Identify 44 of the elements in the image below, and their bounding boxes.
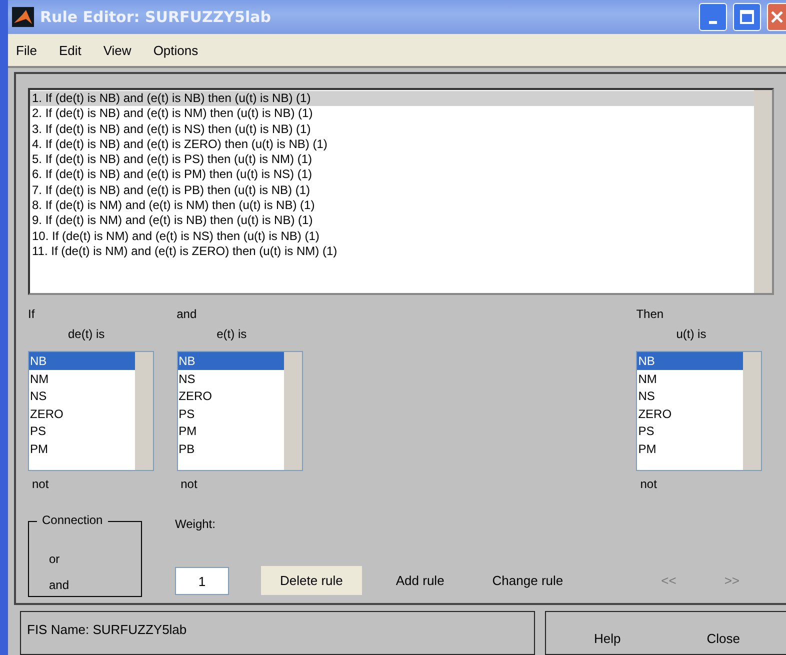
term-item[interactable]: NB (29, 352, 135, 370)
scrollbar[interactable] (754, 90, 772, 293)
action-button[interactable]: Change rule (478, 566, 578, 595)
weight-label: Weight: (175, 517, 216, 531)
term-item[interactable]: NB (637, 352, 744, 370)
close-dialog-button[interactable]: Close (668, 624, 778, 652)
status-bar: FIS Name: SURFUZZY5lab (20, 611, 535, 655)
not-option[interactable]: not (180, 477, 636, 491)
maximize-button[interactable] (733, 3, 761, 31)
term-list[interactable]: NB NM NS ZERO PS PM (636, 351, 762, 471)
scrollbar[interactable] (284, 352, 302, 470)
variable-label: u(t) is (676, 327, 708, 341)
not-option[interactable]: not (640, 477, 774, 491)
action-button[interactable]: Add rule (382, 566, 458, 595)
term-list[interactable]: NB NS ZERO PS PM PB (176, 351, 303, 471)
variable-label: de(t) is (68, 327, 106, 341)
menu-item[interactable]: File (16, 42, 37, 58)
app-logo-icon (12, 7, 34, 27)
close-button[interactable] (767, 3, 786, 31)
menu-item[interactable]: Edit (58, 42, 82, 58)
variable-label: e(t) is (216, 327, 248, 341)
group-title: Connection (37, 513, 108, 527)
connection-option[interactable]: or (49, 552, 141, 566)
minimize-button[interactable] (699, 3, 727, 31)
close-icon (770, 10, 784, 24)
window-title: Rule Editor: SURFUZZY5lab (40, 8, 272, 26)
rule-item[interactable]: 1. If (de(t) is NB) and (e(t) is NB) then (u(t) is NB) (1) (30, 91, 754, 106)
connector-label: If (28, 307, 36, 321)
term-item[interactable]: NB (178, 352, 284, 370)
scrollbar[interactable] (743, 352, 762, 470)
help-button[interactable]: Help (556, 624, 659, 652)
connector-label: and (176, 307, 198, 321)
weight-field[interactable]: 1 (175, 567, 229, 595)
action-button[interactable]: Delete rule (261, 566, 362, 595)
rule-list[interactable] (28, 88, 774, 295)
menu-item[interactable]: Options (153, 42, 198, 58)
not-option[interactable]: not (32, 477, 177, 491)
maximize-icon (740, 10, 754, 24)
connection-option[interactable]: and (49, 578, 141, 592)
connector-label: Then (636, 307, 665, 321)
minimize-icon (709, 20, 717, 24)
menu-item[interactable]: View (103, 42, 132, 58)
scrollbar[interactable] (135, 352, 153, 470)
term-list[interactable]: NB NM NS ZERO PS PM (28, 351, 154, 471)
